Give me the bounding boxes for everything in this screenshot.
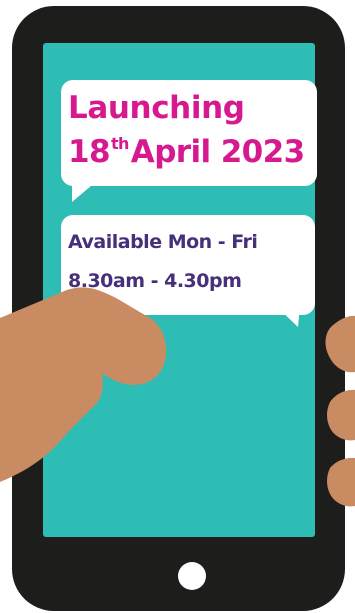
launch-label: Launching (68, 90, 245, 126)
launch-month-year: April 2023 (130, 134, 305, 170)
launch-date: 18thApril 2023 (68, 134, 305, 170)
home-button-icon[interactable] (178, 562, 206, 590)
launch-day: 18 (68, 134, 111, 170)
launch-day-suffix: th (110, 134, 129, 153)
available-days: Available Mon - Fri (68, 231, 258, 253)
available-times: 8.30am - 4.30pm (68, 270, 242, 292)
right-hand-fingers-icon (325, 315, 355, 507)
